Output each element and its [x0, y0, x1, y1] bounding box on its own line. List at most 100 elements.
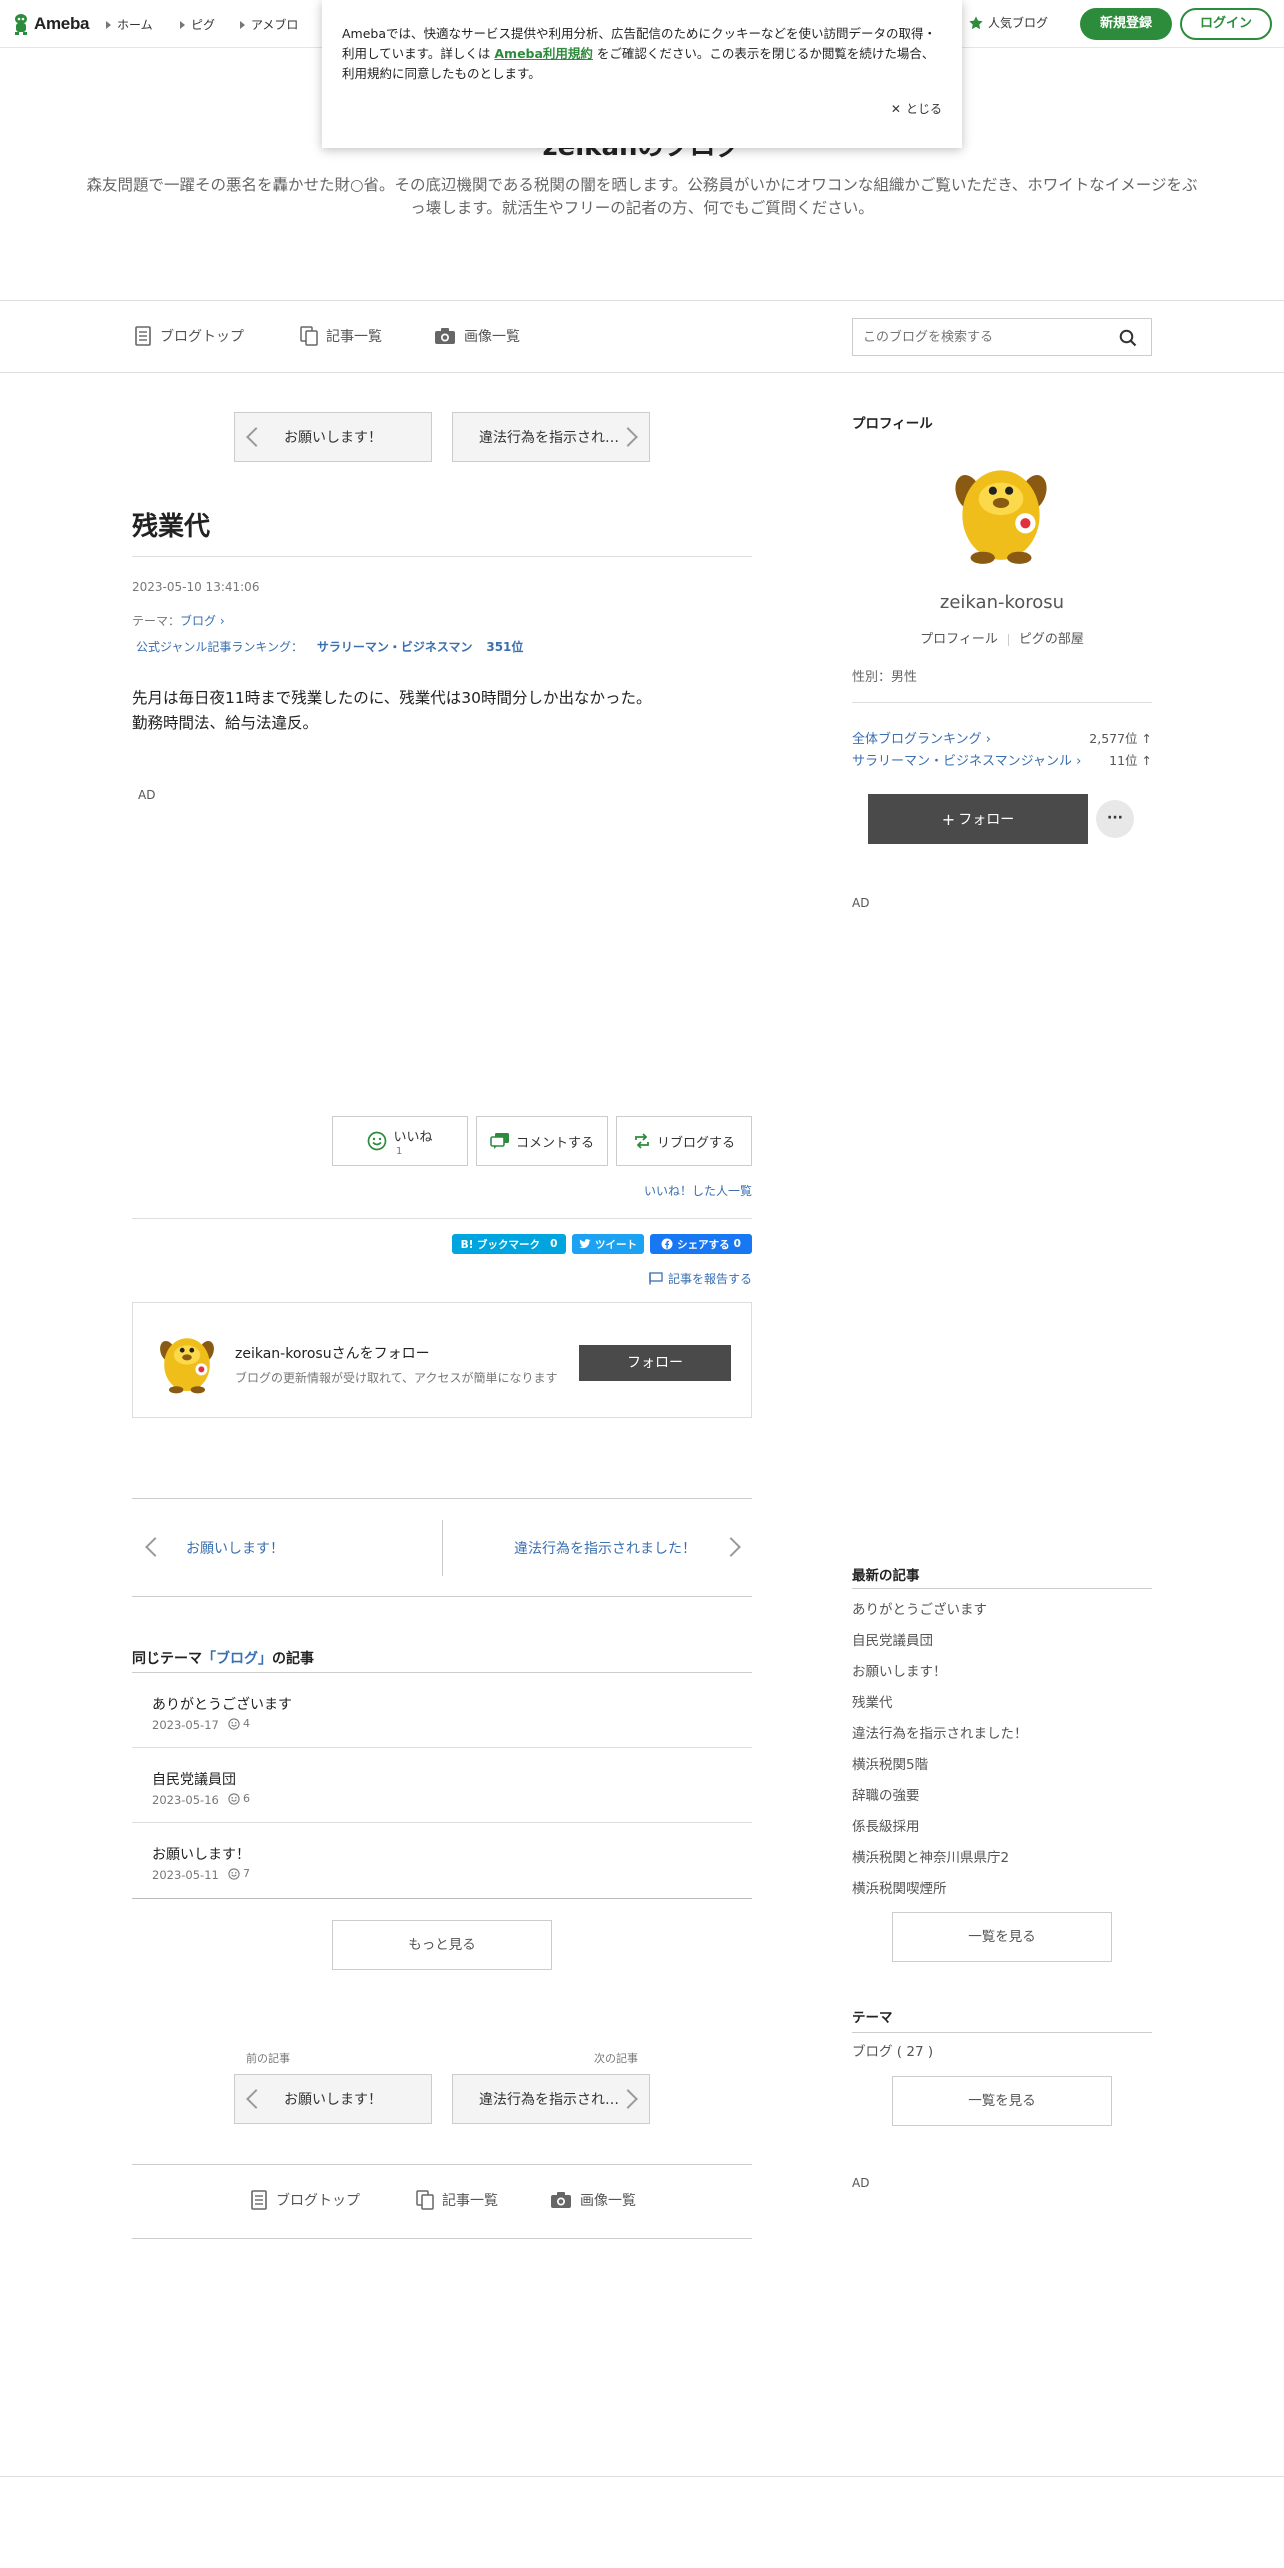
plus-icon: +	[941, 809, 956, 829]
search-input[interactable]	[853, 319, 1103, 355]
list-item-likes: 7	[228, 1867, 250, 1880]
list-item[interactable]: ありがとうございます 2023-05-17 4	[132, 1674, 752, 1748]
comment-button[interactable]: コメントする	[476, 1116, 608, 1166]
ad-label: AD	[852, 2176, 870, 2190]
nav-article-list[interactable]: 記事一覧	[416, 2190, 498, 2210]
prev-article-button[interactable]: お願いします！	[234, 2074, 432, 2124]
recent-article-link[interactable]: 係長級採用	[852, 1815, 920, 1835]
theme-prefix: テーマ：	[132, 614, 181, 628]
theme-item-link[interactable]: ブログ ( 27 )	[852, 2040, 933, 2060]
next-article-button[interactable]: 違法行為を指示されました！	[452, 2074, 650, 2124]
recent-article-link[interactable]: 辞職の強要	[852, 1784, 920, 1804]
arrow-icon	[180, 20, 185, 29]
article-body: 先月は毎日夜11時まで残業したのに、残業代は30時間分しか出なかった。 勤務時間…	[132, 686, 651, 736]
login-button[interactable]: ログイン	[1180, 8, 1272, 40]
list-item-date: 2023-05-17	[152, 1718, 219, 1732]
follow-card-button[interactable]: フォロー	[579, 1345, 731, 1381]
blog-description: 森友問題で一躍その悪名を轟かせた財○省。その底辺機関である税関の闇を晒します。公…	[86, 176, 1198, 217]
nav-article-list-label: 記事一覧	[326, 329, 382, 345]
report-label: 記事を報告する	[667, 1272, 752, 1286]
comment-label: コメントする	[515, 1135, 594, 1151]
nav-image-list[interactable]: 画像一覧	[550, 2190, 636, 2210]
next-article-link[interactable]: 違法行為を指示されました！	[514, 1538, 696, 1558]
pig-room-link[interactable]: ピグの部屋	[1019, 632, 1084, 647]
see-more-button[interactable]: もっと見る	[332, 1920, 552, 1970]
signup-button[interactable]: 新規登録	[1080, 8, 1172, 40]
nav-blog-top[interactable]: ブログトップ	[250, 2190, 360, 2210]
facebook-share-button[interactable]: シェアする 0	[650, 1234, 752, 1254]
recent-article-link[interactable]: 残業代	[852, 1691, 893, 1711]
profile-heading: プロフィール	[852, 416, 933, 432]
divider	[132, 1672, 752, 1673]
more-menu-button[interactable]: ···	[1096, 800, 1134, 838]
smile-icon	[368, 1131, 387, 1151]
like-count: 7	[243, 1867, 250, 1880]
prev-article-link[interactable]: お願いします！	[186, 1538, 284, 1558]
camera-icon	[435, 328, 455, 344]
document-icon	[251, 2190, 267, 2210]
avatar[interactable]	[151, 1325, 223, 1397]
ameba-mascot-icon	[15, 14, 27, 35]
cookie-close-label: とじる	[905, 102, 942, 116]
recent-see-all-button[interactable]: 一覧を見る	[892, 1912, 1112, 1962]
liked-users-link[interactable]: いいね！した人一覧	[644, 1182, 752, 1199]
recent-article-link[interactable]: お願いします！	[852, 1660, 947, 1680]
topnav-home[interactable]: ホーム	[106, 16, 153, 33]
article-ranking[interactable]: 公式ジャンル記事ランキング： サラリーマン・ビジネスマン 351位	[136, 638, 523, 655]
chevron-right-icon	[721, 1537, 741, 1557]
like-button[interactable]: いいね	[332, 1116, 468, 1166]
theme-link[interactable]: ブログ	[180, 614, 216, 628]
recent-article-link[interactable]: 横浜税関と神奈川県県庁2	[852, 1846, 1009, 1866]
next-article-button[interactable]: 違法行為を指示されました！	[452, 412, 650, 462]
list-item-title: お願いします！	[152, 1847, 250, 1863]
list-item[interactable]: 自民党議員団 2023-05-16 6	[132, 1749, 752, 1823]
divider	[132, 2164, 752, 2165]
body-line: 勤務時間法、給与法違反。	[132, 714, 319, 732]
facebook-icon	[661, 1238, 673, 1250]
recent-article-link[interactable]: 横浜税関5階	[852, 1753, 928, 1773]
ranking-all[interactable]: 全体ブログランキング › 2,577位 ↑	[852, 728, 1152, 747]
same-theme-heading-theme[interactable]: 「ブログ」	[202, 1651, 272, 1667]
chevron-left-icon	[145, 1537, 165, 1557]
prev-article-label: 前の記事	[246, 2052, 290, 2065]
ranking-all-label: 全体ブログランキング	[852, 732, 982, 747]
follow-card-name: zeikan-korosuさんをフォロー	[235, 1346, 430, 1362]
avatar[interactable]	[940, 448, 1062, 570]
recent-article-link[interactable]: 違法行為を指示されました！	[852, 1722, 1028, 1742]
cookie-close-button[interactable]: ✕ とじる	[891, 100, 942, 117]
logo-text: Ameba	[34, 14, 90, 33]
separator	[1007, 633, 1009, 646]
like-count: 6	[243, 1792, 250, 1805]
profile-link[interactable]: プロフィール	[920, 632, 998, 647]
search-icon[interactable]	[1119, 329, 1137, 347]
terms-link[interactable]: Ameba利用規約	[494, 46, 593, 61]
tweet-button[interactable]: ツイート	[572, 1234, 644, 1254]
ameba-logo[interactable]: Ameba	[12, 12, 89, 36]
prev-article-button[interactable]: お願いします！	[234, 412, 432, 462]
camera-icon	[551, 2192, 571, 2208]
theme-see-all-button[interactable]: 一覧を見る	[892, 2076, 1112, 2126]
divider	[132, 2238, 752, 2239]
reblog-button[interactable]: リブログする	[616, 1116, 752, 1166]
nav-blog-top[interactable]: ブログトップ	[134, 326, 244, 346]
nav-article-list[interactable]: 記事一覧	[300, 326, 382, 346]
popular-blog-label: 人気ブログ	[988, 16, 1049, 30]
list-item[interactable]: お願いします！ 2023-05-11 7	[132, 1824, 752, 1898]
ranking-genre[interactable]: サラリーマン・ビジネスマンジャンル › 11位 ↑	[852, 750, 1152, 769]
topnav-ameblo[interactable]: アメブロ	[240, 16, 298, 33]
popular-blog-link[interactable]: 人気ブログ	[968, 14, 1048, 31]
chevron-right-icon: ›	[981, 732, 991, 747]
blog-search	[852, 318, 1152, 356]
recent-article-link[interactable]: 横浜税関喫煙所	[852, 1877, 947, 1897]
report-article-link[interactable]: 記事を報告する	[649, 1270, 752, 1287]
profile-name[interactable]: zeikan-korosu	[852, 592, 1152, 613]
list-item-date: 2023-05-11	[152, 1868, 219, 1882]
like-count: 1	[396, 1146, 403, 1157]
nav-image-list[interactable]: 画像一覧	[434, 326, 520, 346]
topnav-pig[interactable]: ピグ	[180, 16, 215, 33]
follow-button[interactable]: + フォロー	[868, 794, 1088, 844]
hatena-bookmark-button[interactable]: B! ブックマーク 0	[452, 1234, 566, 1254]
recent-article-link[interactable]: ありがとうございます	[852, 1598, 987, 1618]
recent-article-link[interactable]: 自民党議員団	[852, 1629, 933, 1649]
same-theme-heading-before: 同じテーマ	[132, 1651, 202, 1667]
